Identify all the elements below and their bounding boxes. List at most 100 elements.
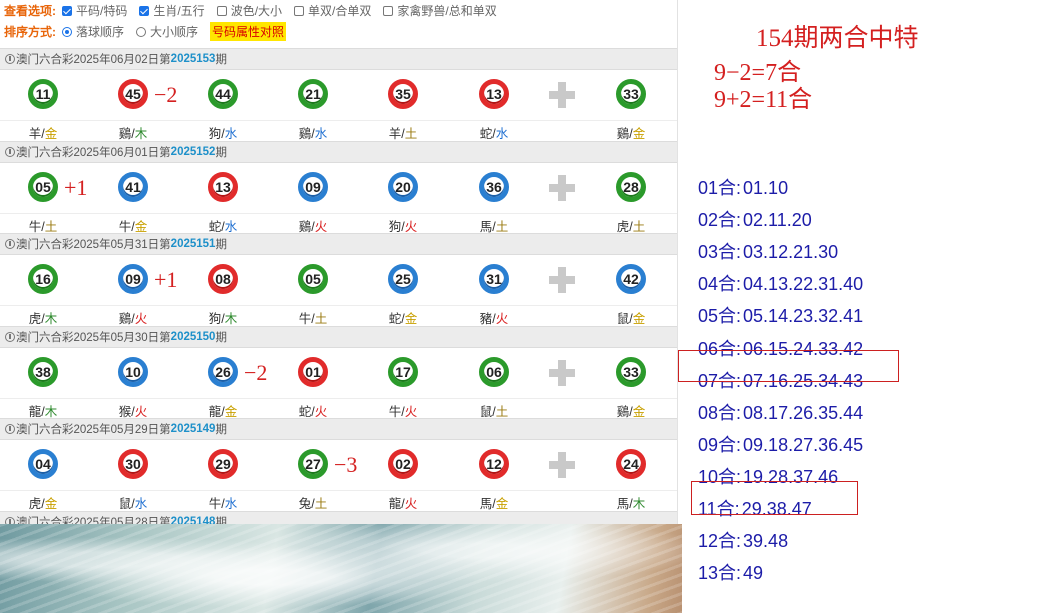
- period-prefix: 第: [159, 516, 171, 525]
- combo-row: 04合: 04.13.22.31.40: [698, 270, 863, 296]
- special-ball: 33: [616, 79, 646, 109]
- ball-blue: 04: [28, 449, 58, 479]
- ball-red: 01: [298, 356, 328, 387]
- ball-number: 29: [215, 456, 231, 472]
- zodiac-row: 牛/土 牛/金 蛇/水 鷄/火 狗/火 馬/土 虎/土: [0, 212, 677, 235]
- element: 火: [134, 404, 148, 419]
- zodiac-element: 兔/土: [283, 493, 343, 512]
- draw-header: 澳门六合彩 2025年05月31日 第 2025151 期: [0, 233, 677, 255]
- draw-date: 2025年06月01日: [73, 146, 160, 159]
- checkbox[interactable]: [294, 5, 305, 16]
- zodiac: 虎: [28, 497, 42, 511]
- zodiac: 鷄: [298, 127, 312, 141]
- element: 土: [314, 312, 328, 326]
- period-suffix: 期: [215, 331, 227, 344]
- zodiac-element: 龍/木: [13, 401, 73, 420]
- zodiac-element: 馬/金: [464, 493, 524, 512]
- zodiac-element: 蛇/水: [193, 216, 253, 235]
- plus-icon: [549, 174, 575, 201]
- zodiac: 鼠: [118, 497, 132, 511]
- balls-row: 16 09 08 05 25 31 42 +1: [0, 255, 677, 305]
- draw-header: 澳门六合彩 2025年05月28日 第 2025148 期: [0, 510, 677, 525]
- zodiac-row: 虎/木 鷄/火 狗/木 牛/土 蛇/金 豬/火 鼠/金: [0, 305, 677, 327]
- zodiac: 蛇: [208, 219, 222, 234]
- view-option-2[interactable]: 波色/大小: [216, 2, 282, 19]
- view-option-1[interactable]: 生肖/五行: [139, 2, 205, 19]
- zodiac-row: 龍/木 猴/火 龍/金 蛇/火 牛/火 鼠/土 鷄/金: [0, 397, 677, 420]
- ball-number: 06: [486, 363, 502, 380]
- ball-number: 21: [305, 86, 321, 102]
- combo-values: 03.12.21.30: [743, 242, 839, 263]
- view-option-4[interactable]: 家禽野兽/总和单双: [383, 2, 497, 19]
- combo-key: 03合:: [698, 242, 742, 263]
- zodiac: 蛇: [298, 404, 312, 419]
- zodiac: 虎: [28, 312, 42, 326]
- ball-number: 36: [486, 178, 502, 195]
- zodiac-element: 牛/土: [13, 216, 73, 235]
- balls-row: 05 41 13 09 20 36 28 +1: [0, 163, 677, 213]
- zodiac-element: 蛇/水: [464, 123, 524, 142]
- zodiac: 蛇: [479, 127, 493, 141]
- plus-icon: [549, 82, 575, 108]
- view-options-label: 查看选项:: [4, 4, 56, 18]
- radio[interactable]: [62, 26, 72, 37]
- sort-option-1[interactable]: 大小顺序: [136, 23, 198, 40]
- element: 火: [404, 404, 418, 419]
- zodiac-element: 鷄/金: [601, 123, 661, 142]
- ball-number: 20: [395, 178, 411, 195]
- special-ball: 42: [616, 264, 646, 294]
- ball-number: 09: [125, 271, 141, 287]
- zodiac-element: 鼠/土: [464, 401, 524, 420]
- checkbox[interactable]: [62, 5, 72, 16]
- zodiac-row: 虎/金 鼠/水 牛/水 兔/土 龍/火 馬/金 馬/木: [0, 490, 677, 512]
- ball-number: 01: [305, 363, 321, 380]
- zodiac: 鼠: [616, 312, 630, 326]
- zodiac-element: 龍/金: [193, 401, 253, 420]
- draw-header: 澳门六合彩 2025年06月02日 第 2025153 期: [0, 48, 677, 70]
- zodiac-element: 羊/金: [13, 123, 73, 142]
- clock-icon: [5, 54, 15, 64]
- zodiac-row: 羊/金 鷄/木 狗/水 鷄/水 羊/土 蛇/水 鷄/金: [0, 120, 677, 142]
- view-option-0[interactable]: 平码/特码: [62, 2, 127, 19]
- ocean-wave-image: [0, 524, 682, 613]
- handwritten-annotation: −3: [334, 452, 358, 477]
- sort-option-0[interactable]: 落球顺序: [62, 23, 124, 40]
- combo-key: 04合:: [698, 274, 742, 295]
- zodiac-element: 牛/土: [283, 308, 343, 327]
- draw-row: 澳门六合彩 2025年05月28日 第 2025148 期: [0, 510, 677, 525]
- draw-row: 澳门六合彩 2025年06月02日 第 2025153 期 11 45 44 21 35 13 3…: [0, 48, 677, 142]
- ball-blue: 09: [118, 264, 148, 294]
- zodiac-element: 虎/土: [601, 216, 661, 235]
- ball-red: 45: [118, 79, 148, 109]
- combo-row: 08合: 08.17.26.35.44: [698, 399, 863, 425]
- zodiac: 羊: [28, 127, 42, 141]
- plus-icon: [549, 452, 575, 478]
- zodiac: 牛: [388, 404, 402, 419]
- element: 金: [44, 127, 58, 141]
- zodiac: 馬: [479, 497, 493, 511]
- ball-number: 13: [486, 86, 502, 102]
- element: 金: [632, 404, 646, 419]
- attribute-table-button[interactable]: 号码属性对照: [210, 22, 287, 41]
- highlight-box: [691, 481, 858, 515]
- element: 木: [224, 312, 238, 326]
- highlight-box: [678, 349, 899, 382]
- zodiac: 牛: [208, 497, 222, 511]
- element: 木: [632, 497, 646, 511]
- ball-number: 13: [215, 178, 231, 195]
- zodiac: 鷄: [616, 404, 630, 419]
- radio[interactable]: [136, 26, 147, 37]
- view-option-3[interactable]: 单双/合单双: [294, 2, 371, 19]
- zodiac: 龍: [388, 497, 402, 511]
- zodiac-element: 狗/水: [193, 123, 253, 142]
- zodiac-element: 羊/土: [373, 123, 433, 142]
- zodiac-element: 鷄/火: [103, 308, 163, 327]
- zodiac: 龍: [28, 404, 42, 419]
- element: 水: [134, 497, 148, 511]
- combo-row: 03合: 03.12.21.30: [698, 238, 838, 264]
- checkbox[interactable]: [139, 5, 150, 16]
- checkbox[interactable]: [383, 5, 394, 16]
- checkbox[interactable]: [216, 5, 227, 16]
- element: 金: [224, 404, 238, 419]
- zodiac: 狗: [208, 312, 222, 326]
